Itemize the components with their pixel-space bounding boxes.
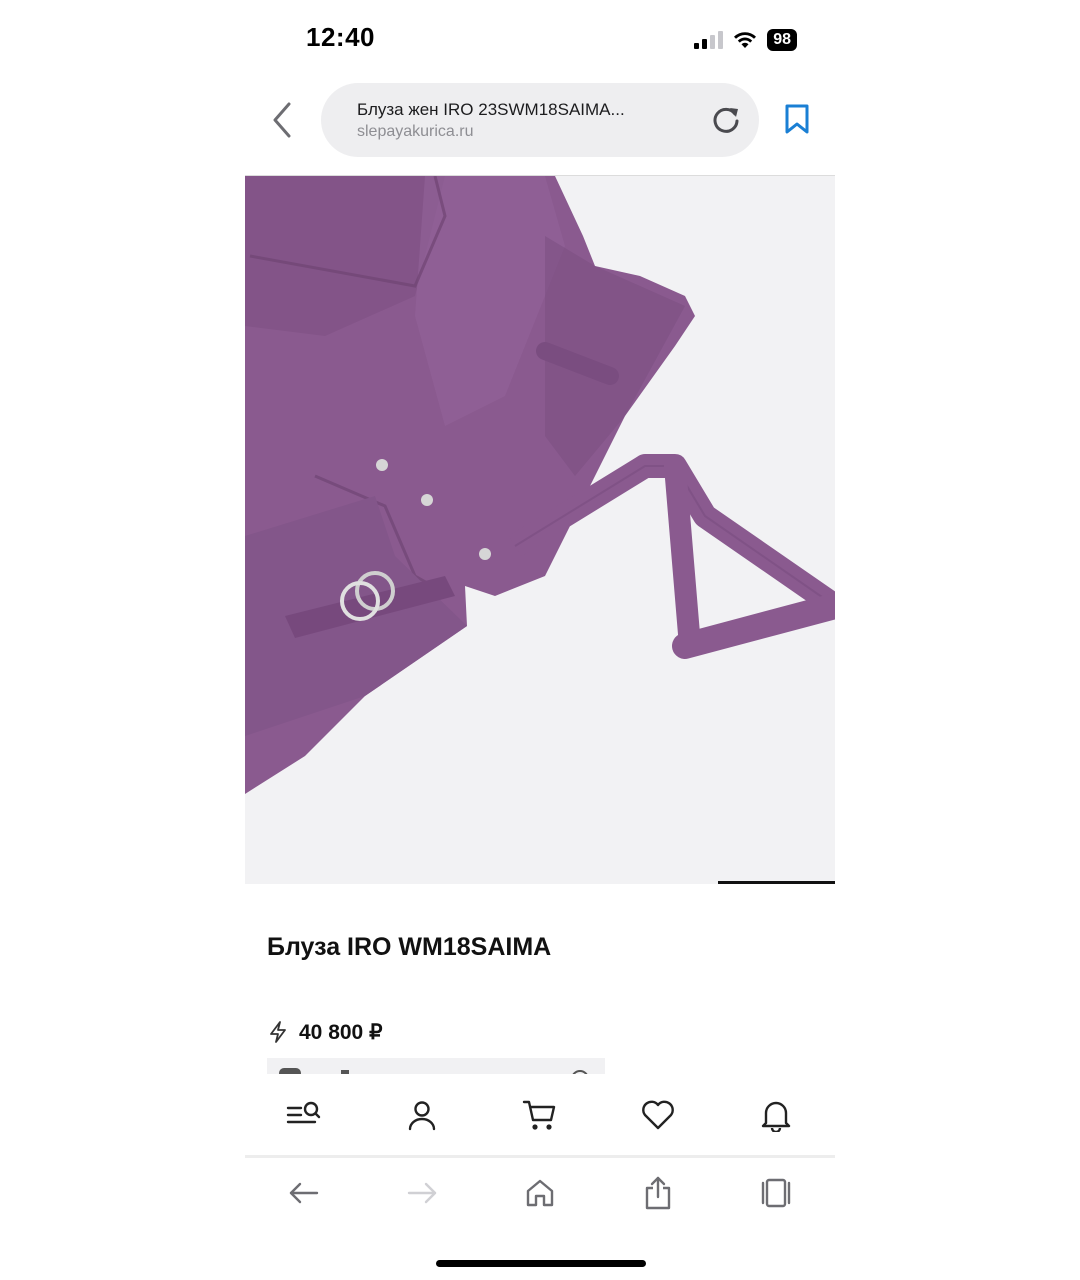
profile-icon[interactable]	[398, 1091, 446, 1139]
image-slide-indicator	[718, 881, 835, 884]
battery-indicator: 98	[767, 29, 797, 51]
cart-icon[interactable]	[516, 1091, 564, 1139]
share-icon[interactable]	[634, 1169, 682, 1217]
address-bar[interactable]: Блуза жен IRO 23SWM18SAIMA... slepayakur…	[321, 83, 759, 157]
tabs-icon[interactable]	[752, 1169, 800, 1217]
product-image[interactable]	[245, 176, 835, 884]
search-menu-icon[interactable]	[280, 1091, 328, 1139]
wifi-icon	[734, 32, 757, 48]
info-icon[interactable]	[571, 1070, 589, 1074]
browser-back-icon[interactable]	[267, 100, 297, 140]
site-bottom-nav	[245, 1075, 835, 1155]
nav-divider	[245, 1155, 835, 1158]
price-row: 40 800 ₽	[267, 1018, 382, 1046]
forward-arrow-icon[interactable]	[398, 1169, 446, 1217]
page-domain: slepayakurica.ru	[357, 123, 474, 140]
partial-text	[341, 1070, 349, 1074]
back-arrow-icon[interactable]	[280, 1169, 328, 1217]
reload-icon[interactable]	[709, 103, 743, 137]
home-indicator[interactable]	[436, 1260, 646, 1267]
home-icon[interactable]	[516, 1169, 564, 1217]
product-title: Блуза IRO WM18SAIMA	[267, 933, 552, 961]
product-price: 40 800 ₽	[299, 1020, 383, 1044]
lightning-icon	[270, 1021, 286, 1043]
status-time: 12:40	[306, 22, 375, 52]
notifications-bell-icon[interactable]	[752, 1091, 800, 1139]
favorites-heart-icon[interactable]	[634, 1091, 682, 1139]
partial-icon	[279, 1068, 301, 1074]
browser-toolbar	[245, 1160, 835, 1226]
phone-screen: 12:40 98 Блуза жен IRO 23SWM18SAIMA... s…	[245, 0, 835, 1280]
blouse-photo	[245, 176, 835, 884]
status-icons: 98	[694, 28, 797, 52]
delivery-info-row[interactable]	[267, 1058, 605, 1074]
cellular-signal-icon	[694, 31, 724, 49]
bookmark-icon[interactable]	[783, 103, 811, 135]
page-title: Блуза жен IRO 23SWM18SAIMA...	[357, 100, 625, 119]
